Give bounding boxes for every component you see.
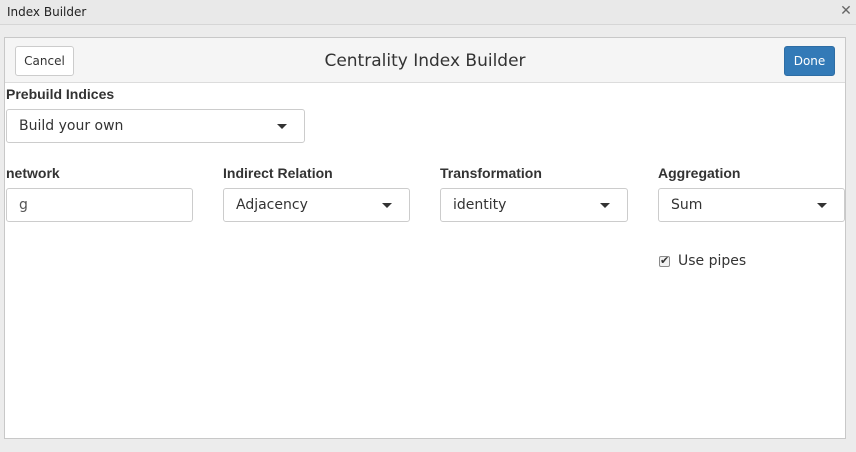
aggregation-label: Aggregation (658, 165, 741, 181)
transformation-select[interactable]: identity (440, 188, 628, 222)
aggregation-value: Sum (671, 197, 703, 213)
window-titlebar: Index Builder ✕ (0, 0, 856, 25)
gadget-header: Cancel Centrality Index Builder Done (5, 38, 845, 83)
window-title: Index Builder (7, 5, 87, 19)
network-label: network (6, 165, 60, 181)
chevron-down-icon (817, 203, 827, 208)
page-title: Centrality Index Builder (324, 51, 526, 71)
prebuild-indices-label: Prebuild Indices (6, 86, 115, 102)
aggregation-select[interactable]: Sum (658, 188, 845, 222)
use-pipes-checkbox[interactable]: ✔ (659, 254, 670, 267)
indirect-relation-label: Indirect Relation (223, 165, 333, 181)
chevron-down-icon (600, 203, 610, 208)
prebuild-indices-select[interactable]: Build your own (6, 109, 305, 143)
use-pipes-label[interactable]: Use pipes (678, 253, 746, 269)
transformation-value: identity (453, 197, 507, 213)
checkmark-icon: ✔ (660, 254, 670, 267)
indirect-relation-select[interactable]: Adjacency (223, 188, 410, 222)
close-icon[interactable]: ✕ (840, 4, 852, 18)
network-input[interactable] (6, 188, 193, 222)
chevron-down-icon (382, 203, 392, 208)
prebuild-indices-value: Build your own (19, 118, 124, 134)
transformation-label: Transformation (440, 165, 542, 181)
chevron-down-icon (277, 124, 287, 129)
index-builder-dialog: Cancel Centrality Index Builder Done Pre… (4, 37, 846, 439)
indirect-relation-value: Adjacency (236, 197, 308, 213)
done-button[interactable]: Done (784, 46, 835, 76)
